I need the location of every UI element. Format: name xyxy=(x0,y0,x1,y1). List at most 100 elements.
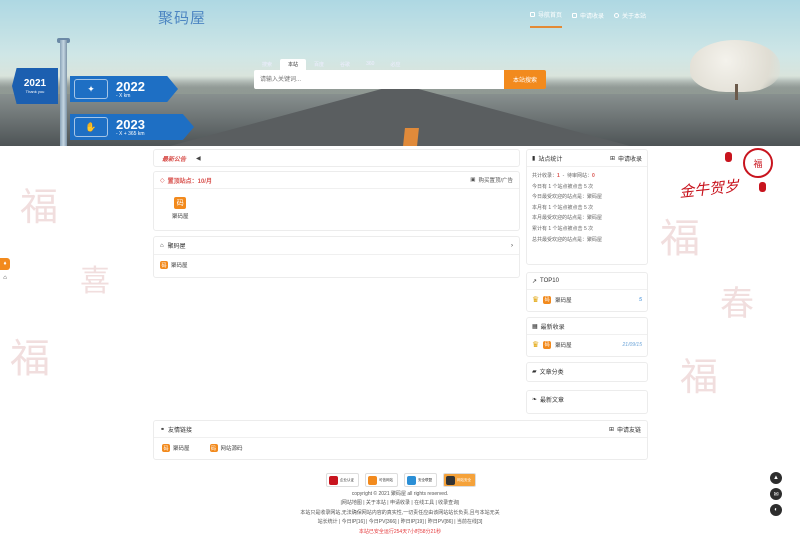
message-icon[interactable]: ✉ xyxy=(770,488,782,500)
featured-title: 置顶站点：10/月 xyxy=(167,178,212,185)
floating-buttons: ▲ ✉ ◐ xyxy=(770,472,782,516)
sign-post xyxy=(60,40,67,146)
latest-item[interactable]: ♛ 码聚码屋 21/09/15 xyxy=(527,335,647,354)
search-tab-active[interactable]: 本站 xyxy=(280,59,307,70)
search-button[interactable]: 本站搜索 xyxy=(504,70,546,89)
nav-apply[interactable]: 申请收录 xyxy=(572,10,604,28)
stats-panel: ▮ 站点统计 ⊞ 申请收录 共计收录：1 - 待审网站：0 今日有 1 个站点被点击… xyxy=(526,149,648,265)
site-logo[interactable]: 聚码屋 xyxy=(158,7,206,28)
sign-2022: ✦ 2022 - X km xyxy=(70,76,178,102)
ox-icon: ✦ xyxy=(74,79,108,99)
friend-link-label: 聚码屋 xyxy=(173,446,190,452)
nav-home[interactable]: 导航首页 xyxy=(530,10,563,28)
pending-label: 待审网站： xyxy=(567,173,593,179)
stats-title: 站点统计 xyxy=(538,156,563,163)
badge-label: 安全联盟 xyxy=(418,477,432,482)
top10-item-name: 聚码屋 xyxy=(555,297,572,304)
article-category-header[interactable]: ▰ 文章分类 xyxy=(527,363,647,380)
search-input[interactable] xyxy=(254,70,504,89)
sign-2021: 2021 Thank you xyxy=(12,68,58,104)
stats-summary: 共计收录：1 - 待审网站：0 xyxy=(532,173,595,179)
trust-badge[interactable]: 可信网站 xyxy=(365,473,398,487)
sign-2023-km: - X + 365 km xyxy=(116,130,145,137)
latest-articles-header[interactable]: ❧ 最新文章 xyxy=(527,391,647,408)
folder-icon: ▰ xyxy=(532,369,537,375)
search-tab[interactable]: 谷歌 xyxy=(332,59,358,70)
site-favicon-icon: 码 xyxy=(209,444,218,452)
search-tab[interactable]: 必应 xyxy=(382,59,408,70)
sign-2021-year: 2021 xyxy=(23,78,47,89)
buy-ad-label: 购买置顶/广告 xyxy=(478,178,513,184)
sign-2021-sub: Thank you xyxy=(25,89,45,94)
search-tab[interactable]: 百度 xyxy=(306,59,332,70)
plus-square-icon: ⊞ xyxy=(608,426,614,433)
lantern-icon xyxy=(759,182,766,192)
buy-ad-link[interactable]: ▣ 购买置顶/广告 xyxy=(470,176,513,184)
featured-header: ◇ 置顶站点：10/月 ▣ 购买置顶/广告 xyxy=(154,172,519,189)
megaphone-icon: ◀ xyxy=(196,155,201,162)
verified-icon xyxy=(329,475,338,485)
sign-2023: ✋ 2023 - X + 365 km xyxy=(70,114,194,140)
article-category-panel: ▰ 文章分类 xyxy=(526,362,648,382)
footer: copyright © 2021 聚码屋 all rights reserved… xyxy=(250,490,550,537)
handshake-icon: ✋ xyxy=(74,117,108,137)
stats-line: 今日最受欢迎的站点是：聚码屋 xyxy=(532,194,603,201)
total-label: 共计收录： xyxy=(532,173,558,179)
chart-line-icon: ↗ xyxy=(532,278,538,285)
theme-icon[interactable]: ◐ xyxy=(770,504,782,516)
friend-links-header: ⚭ 友情链接 ⊞ 申请友链 xyxy=(154,421,647,438)
nav-home-label: 导航首页 xyxy=(538,13,563,19)
stats-line: 本月有 1 个站点被点击 5 次 xyxy=(532,204,594,211)
featured-site[interactable]: 码 聚码屋 xyxy=(172,197,189,220)
road-marking xyxy=(403,128,419,146)
friend-link[interactable]: 码聚码屋 xyxy=(162,444,190,452)
friend-links-panel: ⚭ 友情链接 ⊞ 申请友链 码聚码屋 码网站源码 xyxy=(153,420,648,460)
badge-label: 企业认证 xyxy=(340,477,354,482)
home-icon[interactable]: ⌂ xyxy=(0,272,10,284)
nav-apply-label: 申请收录 xyxy=(580,14,605,20)
sign-2022-year: 2022 xyxy=(116,78,145,94)
edit-icon xyxy=(572,13,578,18)
sign-2023-year: 2023 xyxy=(116,116,145,132)
trust-badge[interactable]: 企业认证 xyxy=(326,473,359,487)
crown-icon: ♛ xyxy=(532,340,540,349)
apply-link[interactable]: ⊞ 申请收录 xyxy=(610,154,642,163)
apply-friend-link[interactable]: ⊞ 申请友链 xyxy=(609,425,641,434)
latest-articles-panel: ❧ 最新文章 xyxy=(526,390,648,414)
friend-link[interactable]: 码网站源码 xyxy=(209,444,243,452)
diamond-icon: ◇ xyxy=(160,177,165,184)
apply-friend-label: 申请友链 xyxy=(616,427,641,434)
trust-badge[interactable]: 网站安全 xyxy=(443,473,476,487)
footer-links[interactable]: |网站地图 | 关于本站 | 申请收录 | 在线工具 | 收录查询| xyxy=(250,499,550,508)
fu-seal: 福 xyxy=(743,148,773,178)
search-tab[interactable]: 360 xyxy=(358,59,382,70)
shield-icon xyxy=(407,475,416,485)
top10-header: ↗ TOP10 xyxy=(527,273,647,290)
crown-icon: ♛ xyxy=(532,295,540,304)
nav-about[interactable]: 关于本站 xyxy=(614,10,646,28)
top10-item[interactable]: ♛ 码聚码屋 5 xyxy=(527,290,647,309)
total-value: 1 xyxy=(557,173,560,179)
notice-bar: 最新公告 ◀ xyxy=(153,149,520,167)
arrow-up-icon[interactable]: ▲ xyxy=(770,472,782,484)
security-icon xyxy=(446,475,455,485)
latest-item-name: 聚码屋 xyxy=(555,342,572,349)
cart-icon: ▣ xyxy=(470,177,476,183)
copyright: copyright © 2021 聚码屋 all rights reserved… xyxy=(351,491,449,497)
category-header[interactable]: ⌂ 聚码屋 › xyxy=(154,237,519,255)
notice-label: 最新公告 xyxy=(162,156,187,163)
chevron-right-icon[interactable]: › xyxy=(511,243,513,249)
hero-banner: 2021 Thank you ✦ 2022 - X km ✋ 2023 - X … xyxy=(0,0,800,146)
friend-link-label: 网站源码 xyxy=(220,446,243,452)
category-panel: ⌂ 聚码屋 › 码 聚码屋 xyxy=(153,236,520,278)
trust-badges: 企业认证 可信网站 安全联盟 网站安全 xyxy=(326,473,476,487)
featured-site-name: 聚码屋 xyxy=(172,214,189,220)
thumbs-up-icon[interactable]: ♦ xyxy=(0,258,10,270)
trust-badge[interactable]: 安全联盟 xyxy=(404,473,437,487)
category-item[interactable]: 码 聚码屋 xyxy=(154,255,519,275)
info-icon xyxy=(614,13,620,18)
search-tab[interactable]: 搜索 xyxy=(254,59,280,70)
latest-item-date: 21/09/15 xyxy=(622,341,642,348)
stats-line: 今日有 1 个站点被点击 5 次 xyxy=(532,183,594,190)
new-icon: ▦ xyxy=(532,323,538,330)
